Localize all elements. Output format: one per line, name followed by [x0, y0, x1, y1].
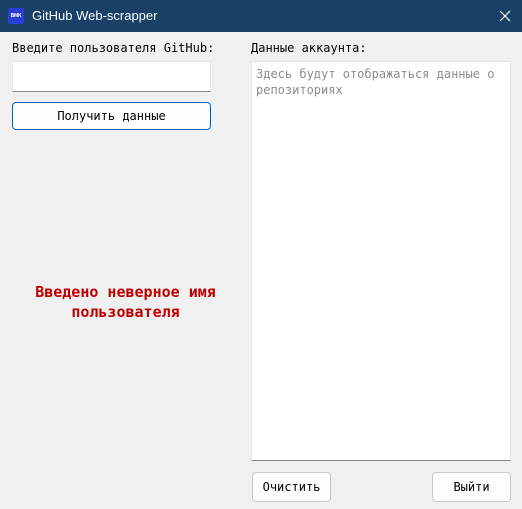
close-button[interactable]: [494, 5, 516, 27]
account-data-textarea[interactable]: [251, 61, 511, 461]
main-content: Введите пользователя GitHub: Получить да…: [0, 32, 522, 509]
account-label: Данные аккаунта:: [251, 41, 367, 55]
username-input[interactable]: [12, 61, 211, 92]
clear-button[interactable]: Очистить: [252, 472, 331, 502]
title-bar: BMK GitHub Web-scrapper: [0, 0, 522, 32]
app-icon: BMK: [8, 8, 24, 24]
get-data-button[interactable]: Получить данные: [12, 102, 211, 130]
exit-button[interactable]: Выйти: [432, 472, 511, 502]
user-label: Введите пользователя GitHub:: [12, 41, 215, 55]
error-message: Введено неверное имя пользователя: [35, 283, 216, 321]
window-title: GitHub Web-scrapper: [32, 8, 158, 23]
close-icon: [499, 10, 511, 22]
